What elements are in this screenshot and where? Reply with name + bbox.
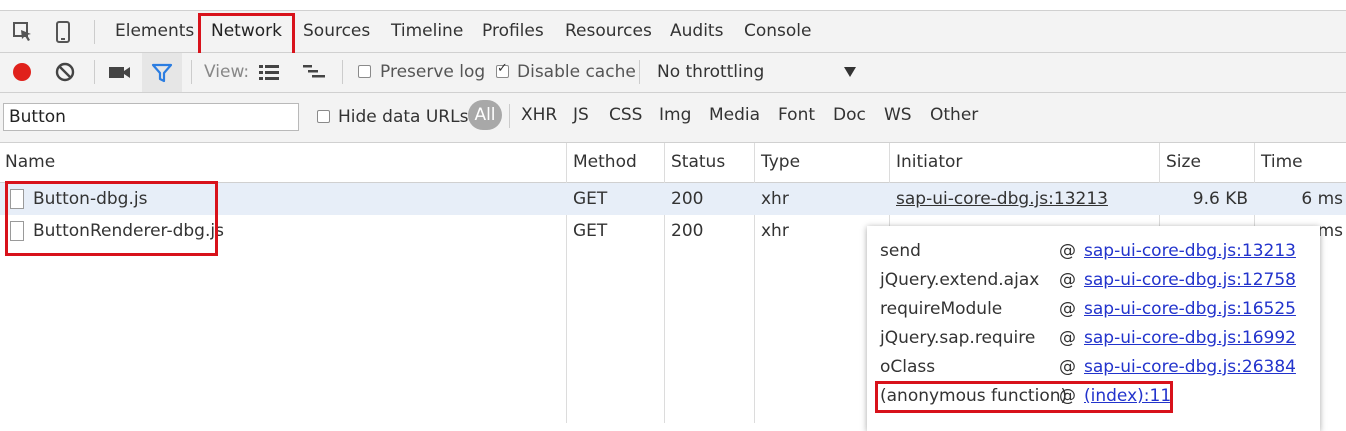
filter-ws[interactable]: WS (884, 105, 912, 125)
requests-table-header: Name Method Status Type Initiator Size T… (0, 143, 1346, 183)
column-type[interactable]: Type (761, 152, 800, 172)
filter-doc[interactable]: Doc (833, 105, 866, 125)
stack-frame-function: oClass (880, 357, 936, 377)
request-time: ms (1317, 221, 1343, 241)
window-top (0, 0, 1346, 10)
stack-frame-function: jQuery.extend.ajax (880, 270, 1040, 290)
filter-other[interactable]: Other (930, 105, 978, 125)
hide-data-urls-checkbox[interactable] (317, 110, 330, 123)
filter-js[interactable]: JS (573, 105, 589, 125)
column-initiator[interactable]: Initiator (896, 152, 962, 172)
filter-xhr[interactable]: XHR (521, 105, 557, 125)
stack-frame-at: @ (1059, 328, 1076, 348)
toolbar-separator (191, 60, 192, 84)
stack-frame-at: @ (1059, 299, 1076, 319)
filter-media[interactable]: Media (709, 105, 760, 125)
tab-sources[interactable]: Sources (303, 21, 370, 41)
column-method[interactable]: Method (573, 152, 637, 172)
dropdown-arrow-icon[interactable] (843, 65, 857, 79)
column-status[interactable]: Status (671, 152, 725, 172)
filter-css[interactable]: CSS (609, 105, 642, 125)
column-time[interactable]: Time (1261, 152, 1303, 172)
stack-frame-link[interactable]: sap-ui-core-dbg.js:16992 (1084, 328, 1296, 348)
device-mode-icon[interactable] (55, 21, 71, 43)
request-method: GET (573, 189, 608, 209)
stack-frame-link[interactable]: sap-ui-core-dbg.js:26384 (1084, 357, 1296, 377)
tab-timeline[interactable]: Timeline (391, 21, 463, 41)
large-rows-icon[interactable] (258, 63, 280, 81)
tab-separator (94, 20, 95, 44)
filter-icon[interactable] (142, 53, 182, 92)
overview-icon[interactable] (302, 63, 326, 81)
stack-frame-link[interactable]: sap-ui-core-dbg.js:16525 (1084, 299, 1296, 319)
tab-elements[interactable]: Elements (115, 21, 194, 41)
stack-frame-at: @ (1059, 270, 1076, 290)
record-icon[interactable] (12, 62, 32, 82)
network-tab-highlight (198, 13, 295, 57)
stack-frame-function: requireModule (880, 299, 1003, 319)
stack-frame-link[interactable]: sap-ui-core-dbg.js:13213 (1084, 241, 1296, 261)
stack-frame-at: @ (1059, 241, 1076, 261)
tab-resources[interactable]: Resources (565, 21, 652, 41)
request-initiator-link[interactable]: sap-ui-core-dbg.js:13213 (896, 189, 1108, 209)
disable-cache-checkbox[interactable] (496, 61, 509, 78)
request-type: xhr (761, 189, 789, 209)
tab-audits[interactable]: Audits (670, 21, 723, 41)
request-names-highlight (5, 181, 218, 256)
anonymous-frame-highlight (875, 381, 1173, 413)
tab-console[interactable]: Console (744, 21, 812, 41)
throttling-select[interactable]: No throttling (657, 62, 764, 82)
hide-data-urls-label: Hide data URLs (338, 107, 469, 127)
filter-separator (509, 104, 510, 128)
view-label: View: (204, 62, 250, 82)
toolbar-separator (94, 60, 95, 84)
filter-search-input[interactable] (3, 103, 299, 131)
stack-frame-function: send (880, 241, 921, 261)
inspect-icon[interactable] (12, 21, 34, 43)
filter-img[interactable]: Img (659, 105, 691, 125)
preserve-log-checkbox[interactable] (358, 65, 371, 78)
column-name[interactable]: Name (5, 152, 55, 172)
request-method: GET (573, 221, 608, 241)
tab-profiles[interactable]: Profiles (482, 21, 544, 41)
request-status: 200 (671, 189, 704, 209)
disable-cache-label: Disable cache (517, 62, 636, 82)
request-status: 200 (671, 221, 704, 241)
toolbar-separator (639, 60, 640, 84)
camera-icon[interactable] (108, 63, 132, 81)
network-filterbar: Hide data URLs All XHR JS CSS Img Media … (0, 93, 1346, 143)
network-toolbar: View: Preserve log Disable cache No thro… (0, 53, 1346, 93)
clear-icon[interactable] (55, 62, 75, 82)
filter-font[interactable]: Font (778, 105, 815, 125)
column-size[interactable]: Size (1166, 152, 1201, 172)
toolbar-separator (342, 60, 343, 84)
filter-all-button[interactable]: All (468, 100, 502, 130)
request-size: 9.6 KB (1192, 189, 1248, 209)
preserve-log-label: Preserve log (380, 62, 486, 82)
request-type: xhr (761, 221, 789, 241)
stack-frame-link[interactable]: sap-ui-core-dbg.js:12758 (1084, 270, 1296, 290)
stack-frame-at: @ (1059, 357, 1076, 377)
request-time: 6 ms (1301, 189, 1343, 209)
stack-frame-function: jQuery.sap.require (880, 328, 1036, 348)
